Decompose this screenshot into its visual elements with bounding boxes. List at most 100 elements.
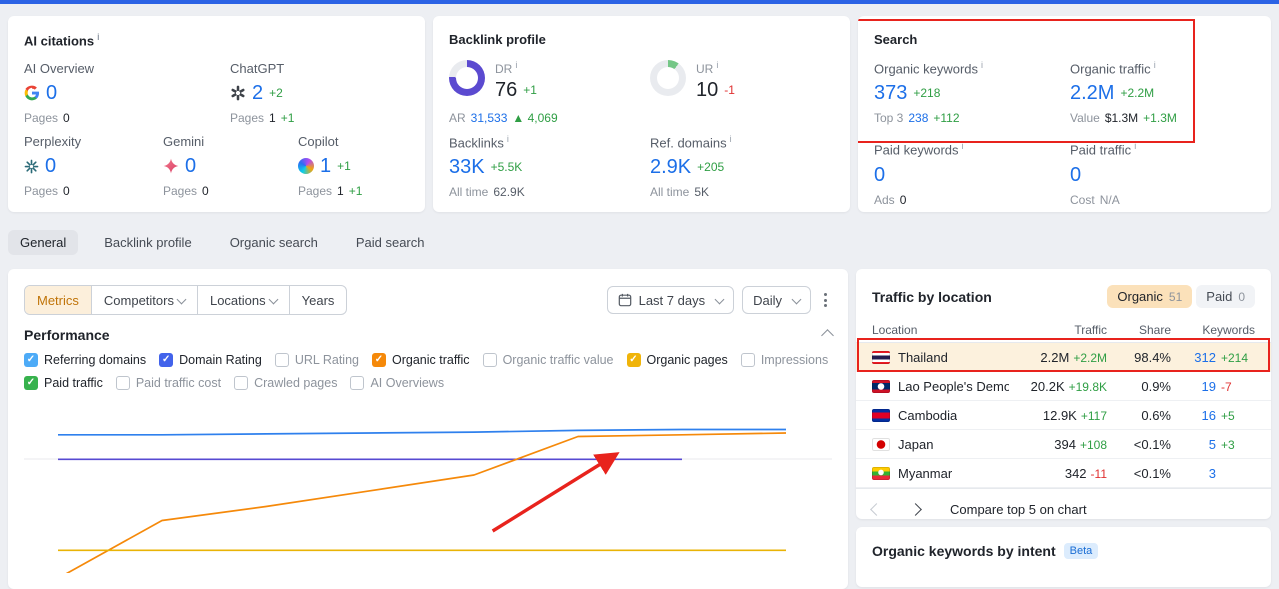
metric-label: URL Rating bbox=[294, 353, 359, 367]
cost-value: N/A bbox=[1099, 192, 1120, 207]
granularity-button[interactable]: Daily bbox=[742, 286, 811, 314]
tab-organic-search[interactable]: Organic search bbox=[218, 230, 330, 255]
traffic-card-header: Traffic by location Organic 51 Paid 0 bbox=[872, 285, 1255, 308]
performance-header: Performance bbox=[24, 327, 834, 343]
ur-value: 10 bbox=[696, 79, 719, 101]
compare-top5-link[interactable]: Compare top 5 on chart bbox=[950, 502, 1087, 517]
years-filter-button[interactable]: Years bbox=[288, 286, 347, 314]
search-grid: Organic keywords i 373 +218 Top 3 238 +11… bbox=[874, 60, 1255, 207]
section-tabs: General Backlink profile Organic search … bbox=[8, 230, 1271, 255]
metric-toggle-referring-domains[interactable]: Referring domains bbox=[24, 353, 146, 367]
keywords-count[interactable]: 16 bbox=[1190, 408, 1216, 423]
info-icon: i bbox=[515, 60, 518, 70]
competitors-filter-button[interactable]: Competitors bbox=[90, 286, 197, 314]
tab-paid-search[interactable]: Paid search bbox=[344, 230, 437, 255]
traffic-value: 394 bbox=[1054, 436, 1076, 452]
delta-badge: +5 bbox=[1221, 408, 1235, 423]
checkbox-icon bbox=[24, 353, 38, 367]
search-card: Search Organic keywords i 373 +218 Top 3 … bbox=[858, 16, 1271, 212]
locations-filter-button[interactable]: Locations bbox=[196, 286, 289, 314]
table-row-laos[interactable]: Lao People's Democratic Reput 20.2K+19.8… bbox=[856, 372, 1271, 401]
top3-count[interactable]: 238 bbox=[908, 111, 928, 125]
ahrefs-rank-value[interactable]: 31,533 bbox=[471, 111, 508, 125]
next-page-chevron-icon[interactable] bbox=[909, 503, 922, 516]
perplexity-count[interactable]: 0 bbox=[45, 154, 56, 178]
chatgpt-count[interactable]: 2 bbox=[252, 81, 263, 105]
laos-flag-icon bbox=[872, 379, 890, 393]
delta-badge: +214 bbox=[1221, 350, 1249, 365]
metric-label: Paid traffic bbox=[44, 376, 103, 390]
keywords-count[interactable]: 312 bbox=[1190, 350, 1216, 365]
dr-value: 76 bbox=[495, 79, 518, 101]
filter-segmented-control: Metrics Competitors Locations Years bbox=[24, 285, 348, 315]
organic-toggle-pill[interactable]: Organic 51 bbox=[1107, 285, 1193, 308]
previous-page-chevron-icon[interactable] bbox=[870, 503, 883, 516]
copilot-count[interactable]: 1 bbox=[320, 154, 331, 178]
pages-label: Pages bbox=[230, 111, 265, 126]
ai-citations-card: AI citations i AI Overview 0 Pages 0 Cha… bbox=[8, 16, 425, 212]
backlinks-row: Backlinks i 33K +5.5K All time 62.9K Ref.… bbox=[449, 134, 834, 199]
metric-toggle-organic-traffic-value[interactable]: Organic traffic value bbox=[482, 353, 614, 367]
checkbox-icon bbox=[626, 353, 641, 367]
intent-card-title: Organic keywords by intent bbox=[872, 543, 1056, 559]
ai-overview-count[interactable]: 0 bbox=[46, 81, 57, 105]
stat-label: AI Overview bbox=[24, 61, 95, 77]
annotation-red-arrow bbox=[491, 452, 620, 533]
pages-count: 0 bbox=[202, 184, 209, 199]
series-organic-traffic bbox=[57, 432, 787, 580]
table-row-cambodia[interactable]: Cambodia 12.9K +117 0.6% 16 +5 bbox=[856, 401, 1271, 430]
backlink-profile-card: Backlink profile DR i 76 +1 AR 31,533 ▲ … bbox=[433, 16, 850, 212]
location-name: Japan bbox=[898, 436, 934, 452]
organic-keywords-count[interactable]: 373 bbox=[874, 81, 907, 105]
delta-badge: +5.5K bbox=[490, 160, 523, 175]
keywords-count[interactable]: 19 bbox=[1190, 379, 1216, 394]
table-row-japan[interactable]: Japan 394 +108 <0.1% 5 +3 bbox=[856, 430, 1271, 459]
metric-toggle-impressions[interactable]: Impressions bbox=[740, 353, 828, 367]
date-range-button[interactable]: Last 7 days bbox=[606, 286, 735, 314]
metrics-filter-button[interactable]: Metrics bbox=[25, 286, 91, 314]
chevron-down-icon bbox=[176, 294, 187, 304]
table-footer: Compare top 5 on chart bbox=[856, 488, 1271, 517]
table-header: Location Traffic Share Keywords bbox=[856, 318, 1271, 343]
metric-toggle-paid-traffic-cost[interactable]: Paid traffic cost bbox=[115, 376, 221, 390]
paid-toggle-pill[interactable]: Paid 0 bbox=[1196, 285, 1255, 308]
metric-toggle-url-rating[interactable]: URL Rating bbox=[274, 353, 359, 367]
checkbox-icon bbox=[234, 376, 249, 390]
gemini-count[interactable]: 0 bbox=[185, 154, 196, 178]
keywords-count[interactable]: 5 bbox=[1190, 437, 1216, 452]
tab-backlink-profile[interactable]: Backlink profile bbox=[92, 230, 203, 255]
checkbox-icon bbox=[159, 353, 174, 367]
checkbox-icon bbox=[115, 376, 130, 390]
metric-toggle-organic-pages[interactable]: Organic pages bbox=[626, 353, 728, 367]
table-row-thailand[interactable]: Thailand 2.2M +2.2M 98.4% 312 +214 bbox=[856, 343, 1271, 372]
locations-label: Locations bbox=[209, 292, 266, 308]
stat-chatgpt: ChatGPT 2 +2 Pages 1 +1 bbox=[230, 61, 294, 125]
traffic-value: $1.3M bbox=[1104, 111, 1139, 126]
metric-toggle-crawled-pages[interactable]: Crawled pages bbox=[234, 376, 337, 390]
share-value: <0.1% bbox=[1133, 436, 1171, 452]
toggle-label: Paid bbox=[1206, 289, 1233, 304]
paid-traffic-count[interactable]: 0 bbox=[1070, 163, 1081, 187]
keywords-count[interactable]: 3 bbox=[1190, 466, 1216, 481]
table-row-myanmar[interactable]: Myanmar 342 -11 <0.1% 3 bbox=[856, 459, 1271, 488]
backlinks-count[interactable]: 33K bbox=[449, 155, 485, 179]
paid-keywords-count[interactable]: 0 bbox=[874, 163, 885, 187]
chevron-down-icon bbox=[714, 294, 725, 304]
years-label: Years bbox=[301, 292, 335, 308]
share-value: 0.9% bbox=[1141, 378, 1171, 394]
dashboard: AI citations i AI Overview 0 Pages 0 Cha… bbox=[0, 4, 1279, 589]
metric-toggle-organic-traffic[interactable]: Organic traffic bbox=[371, 353, 470, 367]
organic-traffic-count[interactable]: 2.2M bbox=[1070, 81, 1114, 105]
beta-badge: Beta bbox=[1063, 543, 1099, 559]
performance-card: Metrics Competitors Locations Years Last… bbox=[8, 269, 848, 589]
metric-toggle-domain-rating[interactable]: Domain Rating bbox=[159, 353, 262, 367]
traffic-card-title: Traffic by location bbox=[872, 288, 992, 305]
more-options-kebab-icon[interactable] bbox=[819, 287, 832, 313]
collapse-chevron-icon[interactable] bbox=[821, 328, 834, 342]
tab-general[interactable]: General bbox=[8, 230, 79, 255]
metric-toggle-ai-overviews[interactable]: AI Overviews bbox=[350, 376, 444, 390]
metric-toggle-paid-traffic[interactable]: Paid traffic bbox=[24, 376, 103, 390]
ref-domains-count[interactable]: 2.9K bbox=[650, 155, 691, 179]
delta-badge: +1 bbox=[523, 83, 537, 97]
stat-label: Organic traffic i bbox=[1070, 60, 1156, 77]
